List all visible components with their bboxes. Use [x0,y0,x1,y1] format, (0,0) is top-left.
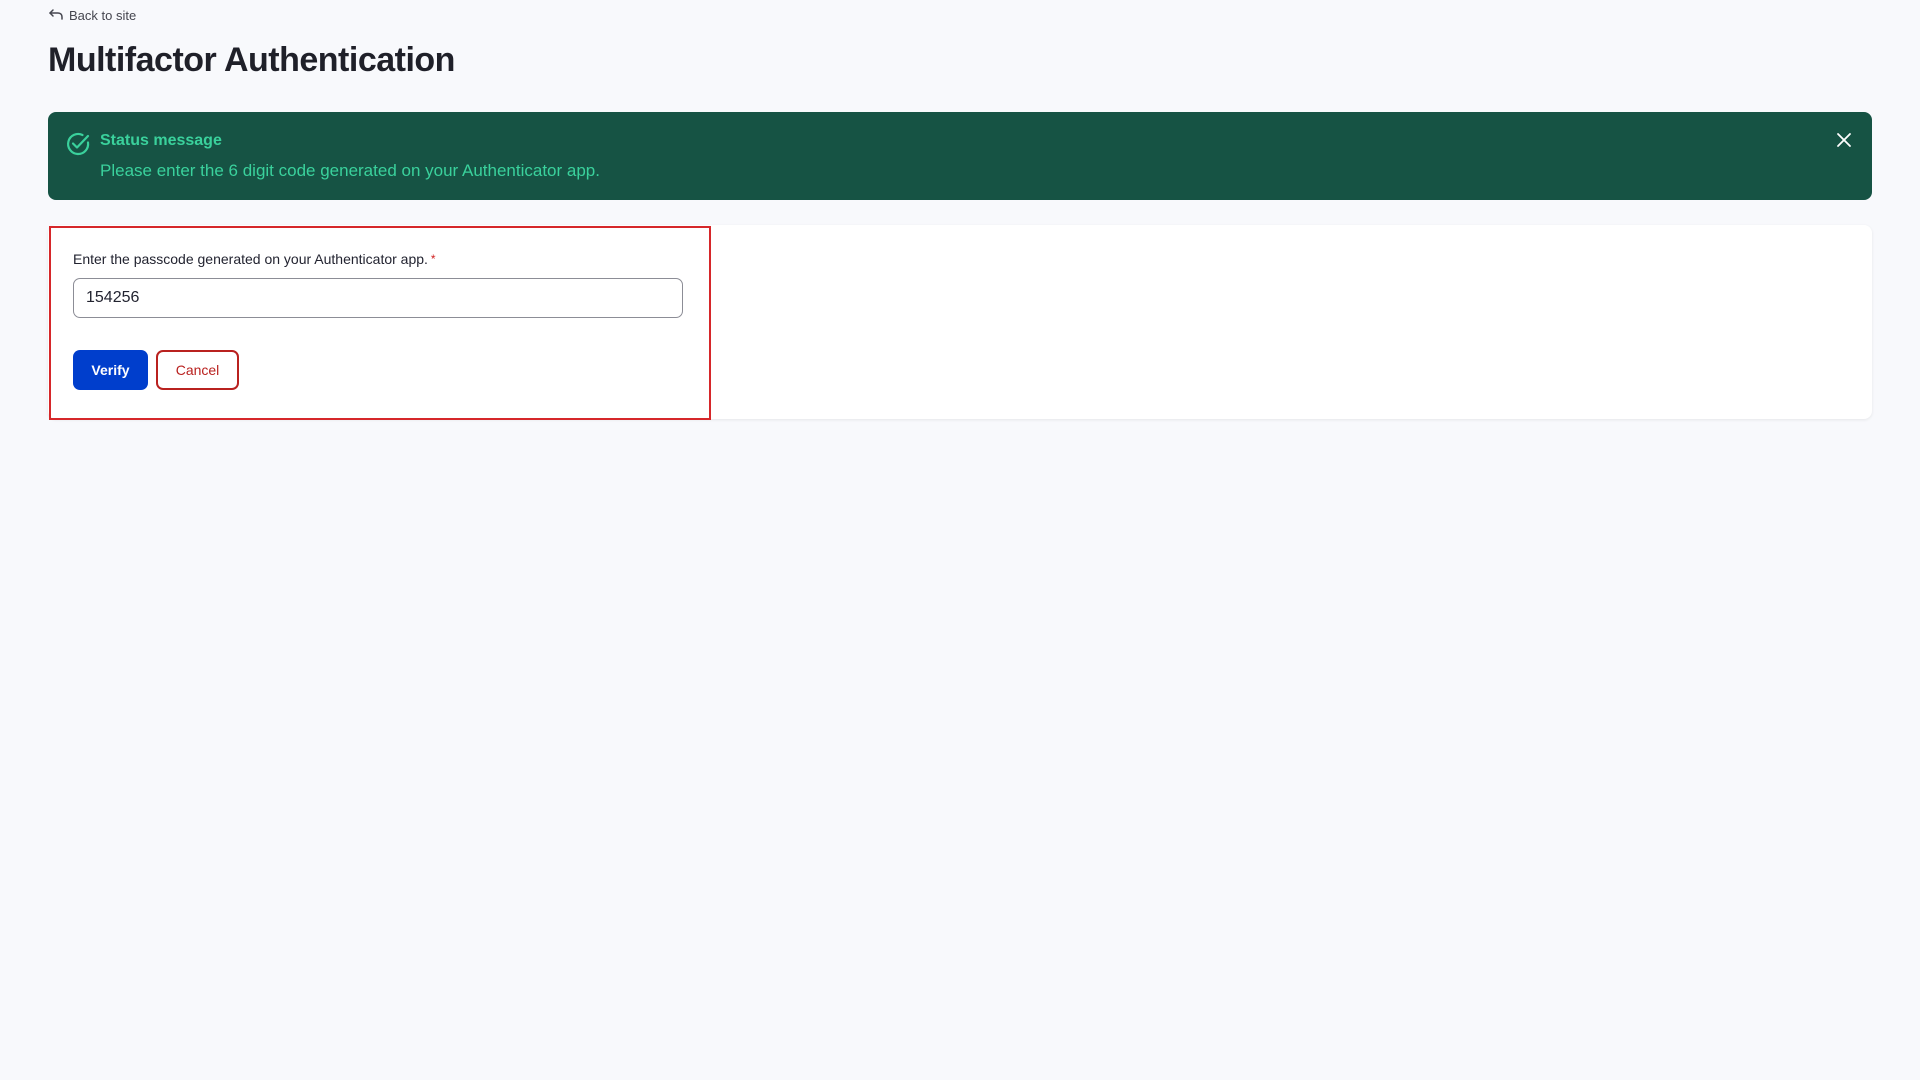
cancel-button[interactable]: Cancel [156,350,239,390]
check-circle-icon [67,132,90,156]
verify-button[interactable]: Verify [73,350,148,390]
required-marker: * [430,252,436,266]
passcode-form: Enter the passcode generated on your Aut… [73,250,684,390]
back-to-site-link[interactable]: Back to site [48,6,1872,24]
passcode-input[interactable] [73,278,683,318]
page: Back to site Multifactor Authentication … [48,0,1872,420]
passcode-label-text: Enter the passcode generated on your Aut… [73,251,428,267]
status-title: Status message [100,132,222,149]
back-arrow-icon [49,9,63,20]
passcode-label: Enter the passcode generated on your Aut… [73,250,684,268]
page-title: Multifactor Authentication [48,41,455,79]
close-icon[interactable] [1834,130,1854,150]
form-actions: Verify Cancel [73,350,684,390]
status-text: Please enter the 6 digit code generated … [100,161,600,180]
form-card: Enter the passcode generated on your Aut… [48,225,1872,420]
back-link-label: Back to site [69,7,137,23]
status-message: Status message Please enter the 6 digit … [48,112,1872,200]
